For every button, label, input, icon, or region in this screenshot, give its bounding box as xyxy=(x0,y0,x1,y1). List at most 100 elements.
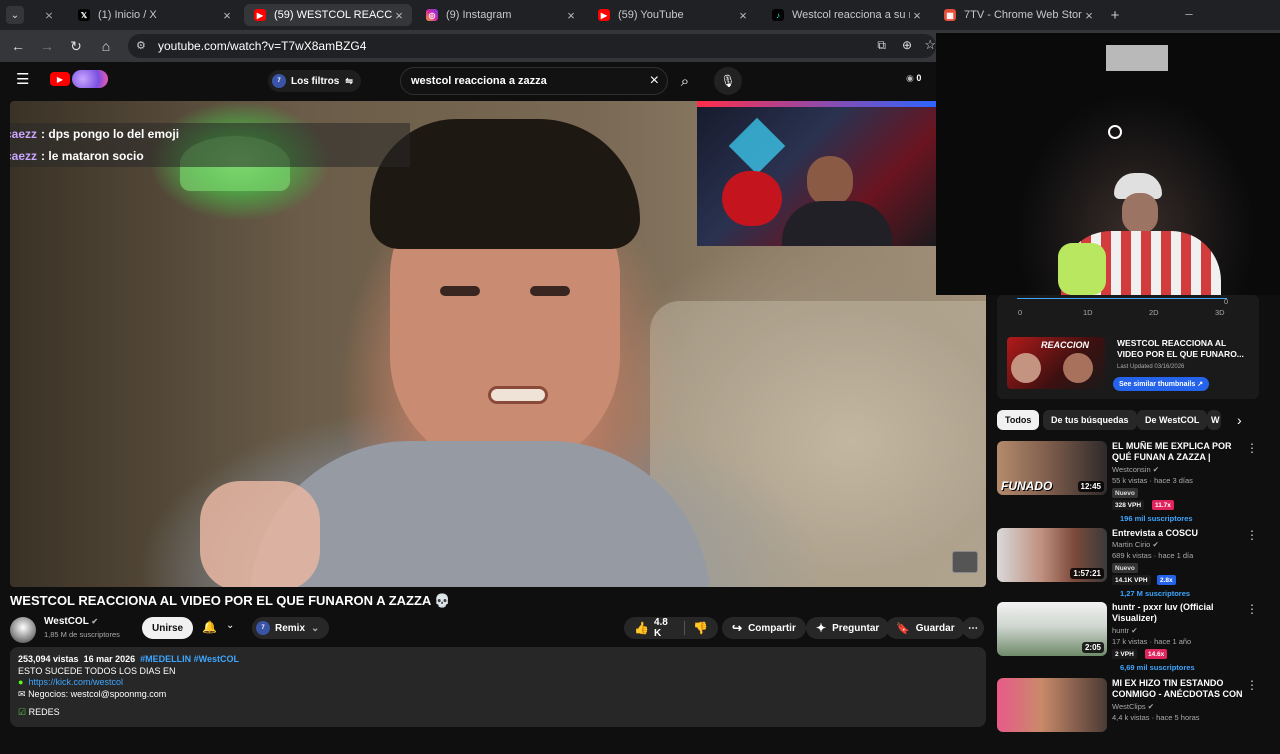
tab-chrome-web-store[interactable]: ▦ 7TV - Chrome Web Store × xyxy=(934,4,1102,26)
channel-name[interactable]: WestCOL ✔ xyxy=(44,616,98,627)
facecam-person-head xyxy=(807,156,853,206)
close-icon[interactable]: × xyxy=(910,8,924,23)
red-chair xyxy=(722,171,782,226)
streamer-right-eye xyxy=(530,286,570,296)
background-couch xyxy=(650,301,986,587)
chevron-right-icon[interactable]: › xyxy=(1237,412,1242,428)
chip-all[interactable]: Todos xyxy=(997,410,1040,430)
cast-icon[interactable]: ⧉ xyxy=(877,38,886,53)
verified-icon: ✔ xyxy=(1147,702,1155,711)
business-email-row: ✉ Negocios: westcol@spoonmg.com xyxy=(18,688,167,699)
video-title[interactable]: Entrevista a COSCU xyxy=(1112,528,1252,539)
channel-name[interactable]: WestClips ✔ xyxy=(1112,702,1154,711)
save-button[interactable]: 🔖 Guardar xyxy=(886,617,965,639)
close-icon[interactable]: × xyxy=(392,8,406,23)
socials-heading: ☑ REDES xyxy=(18,707,60,717)
outlier-score-badge: 14.6x xyxy=(1145,649,1168,659)
channel-name[interactable]: huntr ✔ xyxy=(1112,626,1138,635)
voice-search-button[interactable]: 🎙 xyxy=(714,67,742,95)
video-meta: 4,4 k vistas · hace 5 horas xyxy=(1112,713,1200,722)
share-button[interactable]: ↪ Compartir xyxy=(722,617,806,639)
more-vertical-icon[interactable]: ⋮ xyxy=(1246,602,1258,616)
close-icon[interactable]: × xyxy=(736,8,750,23)
forward-button[interactable]: → xyxy=(37,36,57,56)
tab-search-button[interactable]: ⌄ xyxy=(6,6,24,24)
tab-instagram[interactable]: ◎ (9) Instagram × xyxy=(416,4,584,26)
search-input[interactable]: westcol reacciona a zazza × xyxy=(400,67,668,95)
hamburger-menu-icon[interactable]: ☰ xyxy=(16,70,32,88)
join-button[interactable]: Unirse xyxy=(142,617,194,639)
chevron-down-icon[interactable]: ⌄ xyxy=(226,620,234,631)
plus-icon: + xyxy=(1110,6,1120,24)
remix-button[interactable]: 7 Remix ⌄ xyxy=(252,617,330,639)
recommended-video[interactable]: 2:05 huntr - pxxr luv (Official Visualiz… xyxy=(997,602,1280,678)
zoom-icon[interactable]: ⊕ xyxy=(902,38,912,52)
close-icon[interactable]: × xyxy=(564,8,578,23)
recommended-video[interactable]: 1:57:21 Entrevista a COSCU Martin Cirio … xyxy=(997,528,1280,604)
thumbs-up-icon[interactable]: 👍 xyxy=(634,621,649,635)
channel-watermark[interactable] xyxy=(952,551,978,573)
tab-youtube-video[interactable]: ▶ (59) WESTCOL REACCIONA AL × xyxy=(244,4,412,26)
chat-message: caezz: le mataron socio xyxy=(10,145,410,167)
facecam-person-body xyxy=(782,201,892,246)
youtube-play-icon: ▶ xyxy=(56,74,64,84)
channel-name[interactable]: Martin Cirio ✔ xyxy=(1112,540,1159,549)
channel-row: WestCOL ✔ 1,85 M de suscriptores Unirse … xyxy=(10,614,986,643)
thumbs-down-icon[interactable]: 👎 xyxy=(693,621,708,635)
more-actions-button[interactable]: ⋯ xyxy=(962,617,984,639)
tab-x[interactable]: 𝕏 (1) Inicio / X × xyxy=(68,4,240,26)
more-vertical-icon[interactable]: ⋮ xyxy=(1246,678,1258,692)
site-info-icon[interactable]: ⚙ xyxy=(136,39,146,52)
video-title[interactable]: EL MUÑE ME EXPLICA POR QUÉ FUNAN A ZAZZA… xyxy=(1112,441,1252,463)
back-button[interactable]: ← xyxy=(8,36,28,56)
address-bar[interactable]: ⚙ youtube.com/watch?v=T7wX8amBZG4 ⧉ ⊕ ☆ xyxy=(128,34,936,58)
tab-tiktok[interactable]: ♪ Westcol reacciona a su m × xyxy=(762,4,930,26)
tab-youtube-home[interactable]: ▶ (59) YouTube × xyxy=(588,4,756,26)
youtube-logo[interactable]: ▶ xyxy=(50,72,70,86)
new-tab-button[interactable]: + xyxy=(1106,6,1124,24)
video-title[interactable]: MI EX HIZO TIN ESTANDO CONMIGO - ANÉCDOT… xyxy=(1112,678,1252,700)
recommended-video[interactable]: FUNADO 12:45 EL MUÑE ME EXPLICA POR QUÉ … xyxy=(997,441,1280,523)
doodle-logo[interactable] xyxy=(72,70,108,88)
vph-badge: 2 VPH xyxy=(1112,649,1137,659)
chrome-web-store-icon: ▦ xyxy=(944,9,956,21)
sparkle-icon: ✦ xyxy=(816,621,827,635)
kick-link-row: ● https://kick.com/westcol xyxy=(18,677,123,687)
close-icon[interactable]: × xyxy=(1082,8,1096,23)
clear-search-icon[interactable]: × xyxy=(650,72,659,90)
bookmark-star-icon[interactable]: ☆ xyxy=(924,37,936,53)
notification-bell-icon[interactable]: 🔔 xyxy=(202,620,217,634)
search-button[interactable]: ⌕ xyxy=(670,67,700,95)
7tv-logo-icon: 7 xyxy=(256,621,270,635)
chip-from-searches[interactable]: De tus búsquedas xyxy=(1043,410,1137,430)
reload-button[interactable]: ↻ xyxy=(66,36,86,56)
minimize-window-button[interactable]: – xyxy=(1180,6,1198,24)
extension-thumbnail[interactable]: REACCION xyxy=(1007,337,1105,389)
video-thumbnail[interactable]: FUNADO 12:45 xyxy=(997,441,1107,495)
video-thumbnail[interactable]: 1:57:21 xyxy=(997,528,1107,582)
more-vertical-icon[interactable]: ⋮ xyxy=(1246,441,1258,455)
chip-more[interactable]: W xyxy=(1207,410,1221,430)
chip-from-westcol[interactable]: De WestCOL xyxy=(1137,410,1208,430)
description-box[interactable]: 253,094 vistas 16 mar 2026 #MEDELLIN #We… xyxy=(10,647,986,727)
viewer-counter: ◉ 0 xyxy=(906,73,922,83)
new-badge: Nuevo xyxy=(1112,488,1138,498)
channel-name[interactable]: Westconsin ✔ xyxy=(1112,465,1159,474)
chevron-down-icon: ⌄ xyxy=(311,622,320,634)
ask-button[interactable]: ✦ Preguntar xyxy=(806,617,890,639)
filters-button[interactable]: 7 Los filtros ⇋ xyxy=(268,70,361,92)
video-thumbnail[interactable] xyxy=(997,678,1107,732)
see-similar-thumbnails-button[interactable]: See similar thumbnails ↗ xyxy=(1113,377,1210,391)
close-icon[interactable]: × xyxy=(220,8,234,23)
recommended-video[interactable]: MI EX HIZO TIN ESTANDO CONMIGO - ANÉCDOT… xyxy=(997,678,1280,754)
home-button[interactable]: ⌂ xyxy=(96,36,116,56)
pinned-tab[interactable]: ⨯ xyxy=(38,6,60,24)
channel-avatar[interactable] xyxy=(10,617,36,643)
video-title[interactable]: huntr - pxxr luv (Official Visualizer) xyxy=(1112,602,1252,624)
vph-badge: 14.1K VPH xyxy=(1112,575,1151,585)
streamer-hair xyxy=(370,119,640,249)
more-vertical-icon[interactable]: ⋮ xyxy=(1246,528,1258,542)
video-thumbnail[interactable]: 2:05 xyxy=(997,602,1107,656)
verified-icon: ✔ xyxy=(91,617,99,626)
bookmark-icon: 🔖 xyxy=(896,622,910,635)
